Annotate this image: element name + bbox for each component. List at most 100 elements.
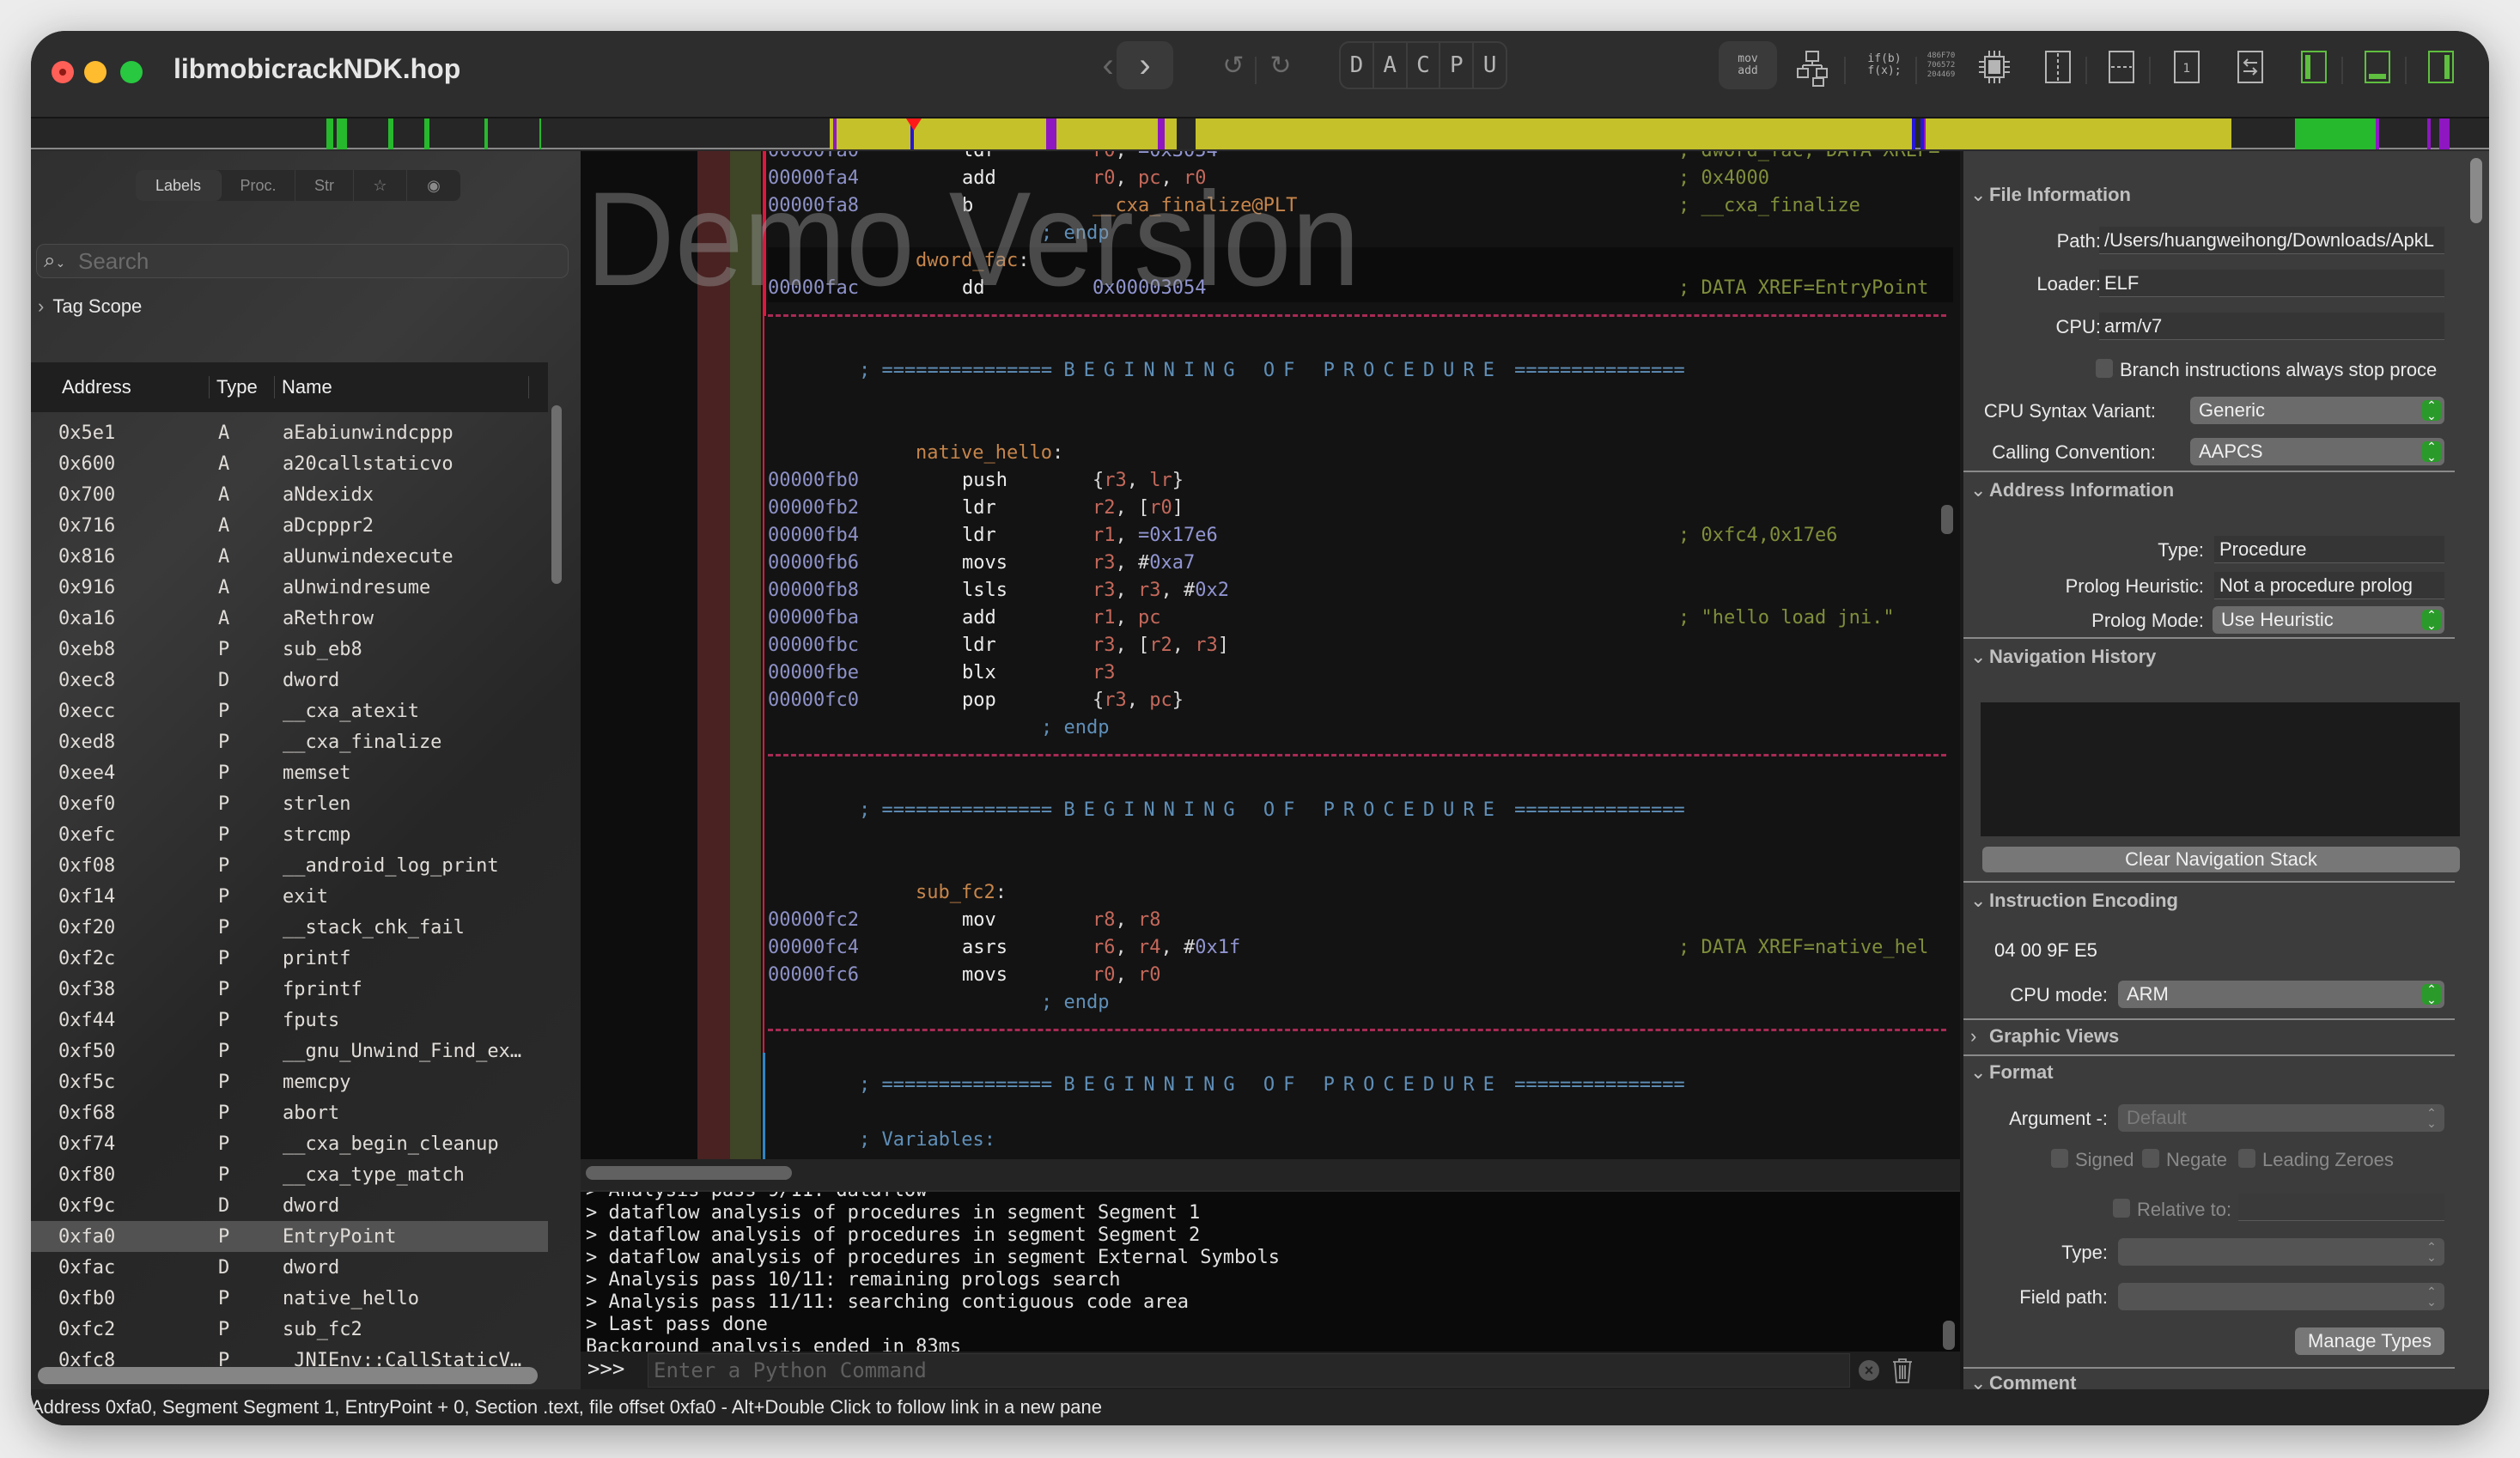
label-row[interactable]: 0xf5c Pmemcpy bbox=[31, 1066, 548, 1097]
field-path-select[interactable]: ⌃ ⌄ bbox=[2118, 1283, 2444, 1310]
minimize-window-button[interactable] bbox=[84, 61, 107, 83]
section-instruction-encoding[interactable]: ⌄ Instruction Encoding bbox=[1970, 890, 2178, 912]
single-pane-button[interactable]: 1 bbox=[2168, 48, 2206, 86]
forward-button[interactable]: › bbox=[1117, 41, 1173, 89]
code-line[interactable]: native_hello: bbox=[768, 440, 1953, 467]
code-line[interactable]: sub_fc2: bbox=[768, 879, 1953, 907]
code-vertical-scrollbar[interactable] bbox=[1941, 505, 1953, 534]
label-row[interactable]: 0xfb0 Pnative_hello bbox=[31, 1283, 548, 1314]
code-line[interactable]: 00000fa0 ldr r0, =0x3054 ; dword_fac, DATA … bbox=[768, 151, 1953, 165]
section-address-information[interactable]: ⌄ Address Information bbox=[1970, 479, 2174, 501]
breakpoint-gutter[interactable] bbox=[697, 151, 730, 1159]
section-file-information[interactable]: ⌄ File Information bbox=[1970, 184, 2131, 206]
code-line[interactable]: ; =============== BEGINNING OF PROCEDURE… bbox=[768, 1072, 1953, 1099]
code-line[interactable]: 00000fa8 b __cxa_finalize@PLT ; __cxa_final… bbox=[768, 192, 1953, 220]
code-line[interactable]: 00000fb8 lsls r3, r3, #0x2 bbox=[768, 577, 1953, 604]
label-row[interactable]: 0xf74 P __cxa_begin_cleanup bbox=[31, 1128, 548, 1159]
labels-vertical-scrollbar[interactable] bbox=[551, 405, 562, 584]
code-line[interactable]: ; =============== BEGINNING OF PROCEDURE… bbox=[768, 357, 1953, 385]
tab-labels[interactable]: Labels bbox=[136, 170, 222, 201]
label-row[interactable]: 0x600 Aa20callstaticvo bbox=[31, 448, 548, 479]
path-field[interactable]: /Users/huangweihong/Downloads/ApkL bbox=[2099, 227, 2444, 254]
label-row[interactable]: 0x5e1 AaEabiunwindcppp bbox=[31, 417, 548, 448]
assembly-mode-button[interactable]: mov add bbox=[1719, 41, 1777, 89]
toggle-bottom-panel-button[interactable] bbox=[2359, 48, 2396, 86]
section-format[interactable]: ⌄ Format bbox=[1970, 1061, 2054, 1084]
tab-strings[interactable]: Str bbox=[295, 170, 354, 201]
swap-panes-button[interactable] bbox=[2231, 48, 2269, 86]
code-line[interactable]: 00000fb0 push {r3, lr} bbox=[768, 467, 1953, 495]
section-graphic-views[interactable]: › Graphic Views bbox=[1970, 1025, 2119, 1048]
label-row[interactable]: 0xa16 AaRethrow bbox=[31, 603, 548, 634]
prolog-mode-select[interactable]: Use Heuristic ⌃ ⌄ bbox=[2213, 606, 2444, 634]
syntax-variant-select[interactable]: Generic ⌃ ⌄ bbox=[2190, 397, 2444, 424]
code-line[interactable]: 00000fa4 add r0, pc, r0 ; 0x4000 bbox=[768, 165, 1953, 192]
mode-A-button[interactable]: A bbox=[1374, 43, 1408, 88]
argument-select[interactable]: Default ⌃ ⌄ bbox=[2118, 1104, 2444, 1132]
clear-console-button[interactable] bbox=[1890, 1355, 1915, 1386]
section-comment[interactable]: ⌄ Comment bbox=[1970, 1372, 2076, 1389]
column-header-type[interactable]: Type bbox=[210, 376, 275, 398]
label-row[interactable]: 0xf80 P __cxa_type_match bbox=[31, 1159, 548, 1190]
cpu-button[interactable] bbox=[1975, 48, 2013, 86]
cpu-field[interactable]: arm/v7 bbox=[2099, 313, 2444, 340]
code-line[interactable]: 00000fac dd 0x00003054 ; DATA XREF=EntryPoi… bbox=[768, 275, 1953, 302]
tab-bookmarks[interactable]: ☆ bbox=[354, 170, 407, 201]
code-line[interactable]: 00000fba add r1, pc ; "hello load jni." bbox=[768, 604, 1953, 632]
code-line[interactable]: 00000fbe blx r3 bbox=[768, 659, 1953, 687]
label-row[interactable]: 0xecc P __cxa_atexit bbox=[31, 696, 548, 726]
label-row[interactable]: 0xed8 P __cxa_finalize bbox=[31, 726, 548, 757]
label-row[interactable]: 0x916 AaUnwindresume bbox=[31, 572, 548, 603]
label-row[interactable]: 0xfac Ddword bbox=[31, 1252, 548, 1283]
code-line[interactable]: ; endp bbox=[768, 220, 1953, 247]
code-line[interactable]: ; =============== BEGINNING OF PROCEDURE… bbox=[768, 797, 1953, 824]
label-row[interactable]: 0xf50 P __gnu_Unwind_Find_ex… bbox=[31, 1036, 548, 1066]
column-header-name[interactable]: Name bbox=[275, 376, 529, 398]
address-type-field[interactable]: Procedure bbox=[2214, 536, 2444, 563]
cpu-mode-select[interactable]: ARM ⌃ ⌄ bbox=[2118, 981, 2444, 1008]
column-header-address[interactable]: Address bbox=[31, 376, 210, 398]
mode-U-button[interactable]: U bbox=[1474, 43, 1506, 88]
pseudocode-button[interactable]: if(b) f(x); bbox=[1859, 41, 1910, 89]
label-row[interactable]: 0x716 AaDcpppr2 bbox=[31, 510, 548, 541]
label-row[interactable]: 0xec8 Ddword bbox=[31, 665, 548, 696]
label-row[interactable]: 0xeb8 Psub_eb8 bbox=[31, 634, 548, 665]
code-line[interactable]: ; endp bbox=[768, 714, 1953, 742]
tab-tags[interactable]: ◉ bbox=[407, 170, 460, 201]
close-window-button[interactable] bbox=[52, 61, 74, 83]
code-line[interactable]: ; Variables: bbox=[768, 1127, 1953, 1154]
mode-P-button[interactable]: P bbox=[1440, 43, 1475, 88]
label-row[interactable]: 0xefc Pstrcmp bbox=[31, 819, 548, 850]
clear-input-button[interactable]: × bbox=[1859, 1360, 1879, 1381]
mode-C-button[interactable]: C bbox=[1408, 43, 1441, 88]
signed-checkbox[interactable] bbox=[2051, 1149, 2068, 1168]
label-row[interactable]: 0xef0 Pstrlen bbox=[31, 788, 548, 819]
disassembly-view[interactable]: 00000fa0 ldr r0, =0x3054 ; dword_fac, DATA … bbox=[581, 151, 1960, 1159]
label-row[interactable]: 0xf44 Pfputs bbox=[31, 1005, 548, 1036]
label-row[interactable]: 0xf2c Pprintf bbox=[31, 943, 548, 974]
console-scrollbar[interactable] bbox=[1943, 1321, 1955, 1350]
calling-convention-select[interactable]: AAPCS ⌃ ⌄ bbox=[2190, 438, 2444, 465]
navigation-history-list[interactable] bbox=[1981, 702, 2460, 836]
code-line[interactable]: 00000fb4 ldr r1, =0x17e6 ; 0xfc4,0x17e6 bbox=[768, 522, 1953, 550]
mode-D-button[interactable]: D bbox=[1341, 43, 1374, 88]
toggle-right-panel-button[interactable] bbox=[2422, 48, 2460, 86]
code-line[interactable]: 00000fc6 movs r0, r0 bbox=[768, 962, 1953, 989]
section-navigation-history[interactable]: ⌄ Navigation History bbox=[1970, 646, 2156, 668]
label-row[interactable]: 0x700 AaNdexidx bbox=[31, 479, 548, 510]
label-row[interactable]: 0xfc2 Psub_fc2 bbox=[31, 1314, 548, 1345]
tab-procedures[interactable]: Proc. bbox=[222, 170, 295, 201]
inspector-scrollbar[interactable] bbox=[2470, 158, 2482, 223]
leading-zeroes-checkbox[interactable] bbox=[2238, 1149, 2255, 1168]
label-row[interactable]: 0xf9c Ddword bbox=[31, 1190, 548, 1221]
tag-scope-disclosure[interactable]: › Tag Scope bbox=[38, 295, 142, 318]
label-row[interactable]: 0xf20 P __stack_chk_fail bbox=[31, 912, 548, 943]
label-row[interactable]: 0xf68 Pabort bbox=[31, 1097, 548, 1128]
branch-stop-checkbox[interactable] bbox=[2096, 359, 2113, 378]
manage-types-button[interactable]: Manage Types bbox=[2295, 1327, 2444, 1355]
format-type-select[interactable]: ⌃ ⌄ bbox=[2118, 1238, 2444, 1266]
toggle-left-panel-button[interactable] bbox=[2295, 48, 2333, 86]
zoom-window-button[interactable] bbox=[120, 61, 143, 83]
label-row[interactable]: 0xf38 Pfprintf bbox=[31, 974, 548, 1005]
cfg-graph-button[interactable] bbox=[1793, 50, 1831, 88]
